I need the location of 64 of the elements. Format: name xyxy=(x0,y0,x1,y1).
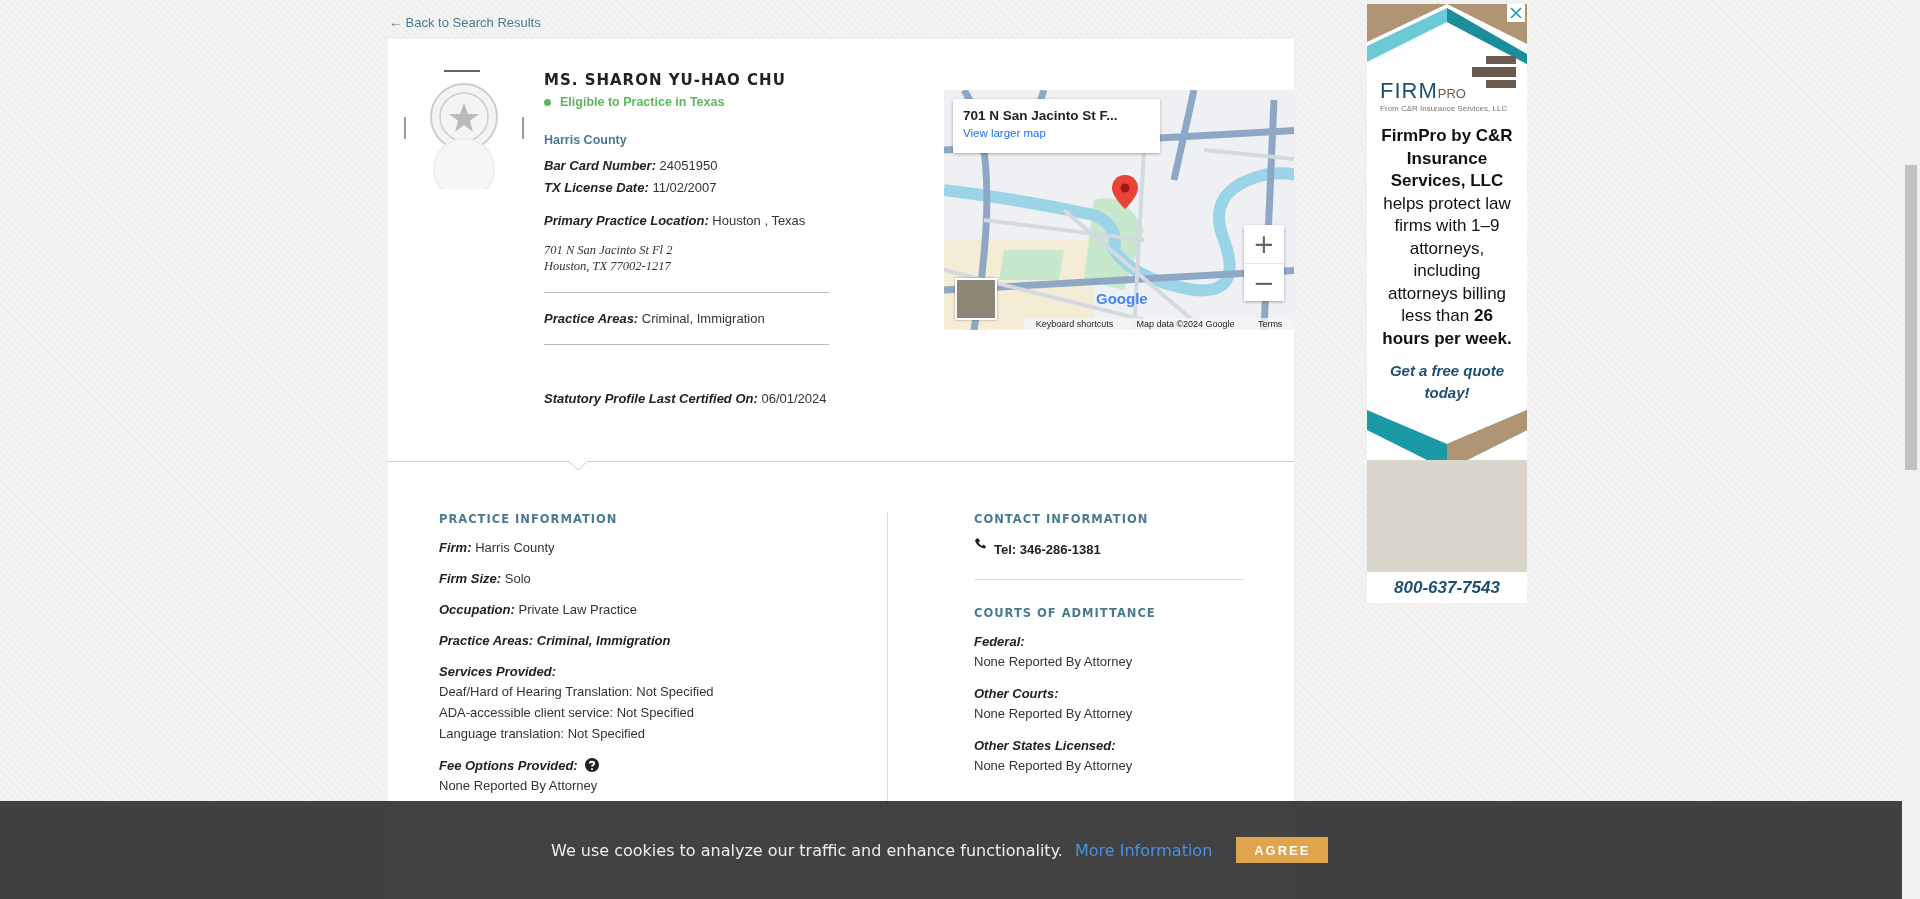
field-label: Fee Options Provided: xyxy=(439,758,578,773)
field-value: 24051950 xyxy=(659,158,718,173)
field-value: 06/01/2024 xyxy=(761,391,827,406)
zoom-in-button[interactable]: + xyxy=(1244,225,1284,263)
field-value: Criminal, Immigration xyxy=(536,633,671,648)
field-value: None Reported By Attorney xyxy=(439,777,599,795)
more-information-link[interactable]: More Information xyxy=(1074,840,1213,860)
quote-link[interactable]: Get a free quote today! xyxy=(1382,360,1512,404)
address-line: Houston, TX 77002-1217 xyxy=(544,258,672,274)
attorney-name: MS. SHARON YU-HAO CHU xyxy=(544,71,787,89)
field-label: Primary Practice Location: xyxy=(544,213,709,228)
field-label: Occupation: xyxy=(439,602,515,617)
logo-word: FIRM xyxy=(1380,78,1438,103)
map-attribution[interactable]: Terms xyxy=(1257,319,1283,329)
close-icon xyxy=(1508,5,1524,21)
field-value: Harris County xyxy=(475,540,555,555)
field-value: None Reported By Attorney xyxy=(974,705,1134,723)
map-attribution[interactable]: Map data ©2024 Google xyxy=(1136,319,1235,329)
satellite-toggle[interactable] xyxy=(955,278,997,320)
field-value: ADA-accessible client service: Not Specified xyxy=(439,704,696,722)
field-label: Other States Licensed: xyxy=(974,737,1117,755)
map-attribution[interactable]: Keyboard shortcuts xyxy=(1035,319,1114,329)
help-icon xyxy=(584,758,599,772)
field-value: Houston , Texas xyxy=(712,213,806,228)
close-button[interactable] xyxy=(1507,4,1525,22)
phone-number: Tel: 346-286-1381 xyxy=(994,542,1101,557)
county-link[interactable]: Harris County xyxy=(544,133,627,147)
field-value: Private Law Practice xyxy=(518,602,637,617)
ad-text: FirmPro by C&R Insurance Services, LLC helps protect law firms with 1–9 attorneys, including attorneys billing less than 26 hours per week. xyxy=(1380,125,1514,350)
cookie-message: We use cookies to analyze our traffic and enhance functionality. xyxy=(551,840,1063,860)
back-link[interactable]: ← Back to Search Results xyxy=(388,0,541,39)
field-label: Practice Areas: xyxy=(544,311,639,326)
field-value: Deaf/Hard of Hearing Translation: Not Specified xyxy=(439,683,715,701)
zoom-out-button[interactable]: − xyxy=(1244,263,1284,301)
field-label: Practice Areas: xyxy=(439,633,534,648)
phone-link[interactable]: 800-637-7543 xyxy=(1394,578,1500,598)
field-label: Services Provided: xyxy=(439,664,557,679)
field-label: Federal: xyxy=(974,633,1026,651)
map-pin-icon xyxy=(1112,175,1138,209)
field-label: TX License Date: xyxy=(544,180,649,195)
field-label: Firm Size: xyxy=(439,571,502,586)
place-title: 701 N San Jacinto St F... xyxy=(963,108,1119,123)
field-label: Statutory Profile Last Certified On: xyxy=(544,391,758,406)
field-value: Solo xyxy=(504,571,531,586)
field-label: Bar Card Number: xyxy=(544,158,656,173)
field-label: Other Courts: xyxy=(974,685,1060,703)
field-label: Firm: xyxy=(439,540,472,555)
logo-tagline: From C&R Insurance Services, LLC xyxy=(1380,104,1508,113)
field-value: 11/02/2007 xyxy=(652,180,717,195)
status-label: Eligible to Practice in Texas xyxy=(560,95,725,109)
field-value: Language translation: Not Specified xyxy=(439,725,646,743)
blocks-logo-icon xyxy=(1472,56,1516,88)
phone-icon xyxy=(974,538,986,549)
section-heading: PRACTICE INFORMATION xyxy=(439,512,619,526)
scrollbar-thumb[interactable] xyxy=(1905,165,1917,470)
map-logo: Google xyxy=(1096,290,1148,307)
field-value: Criminal, Immigration xyxy=(641,311,765,326)
view-larger-map-link[interactable]: View larger map xyxy=(963,127,1046,139)
logo-word: PRO xyxy=(1437,86,1466,101)
address-line: 701 N San Jacinto St Fl 2 xyxy=(544,242,674,258)
field-value: None Reported By Attorney xyxy=(974,653,1134,671)
field-value: None Reported By Attorney xyxy=(974,757,1134,775)
section-heading: COURTS OF ADMITTANCE xyxy=(974,606,1157,620)
section-heading: CONTACT INFORMATION xyxy=(974,512,1150,526)
